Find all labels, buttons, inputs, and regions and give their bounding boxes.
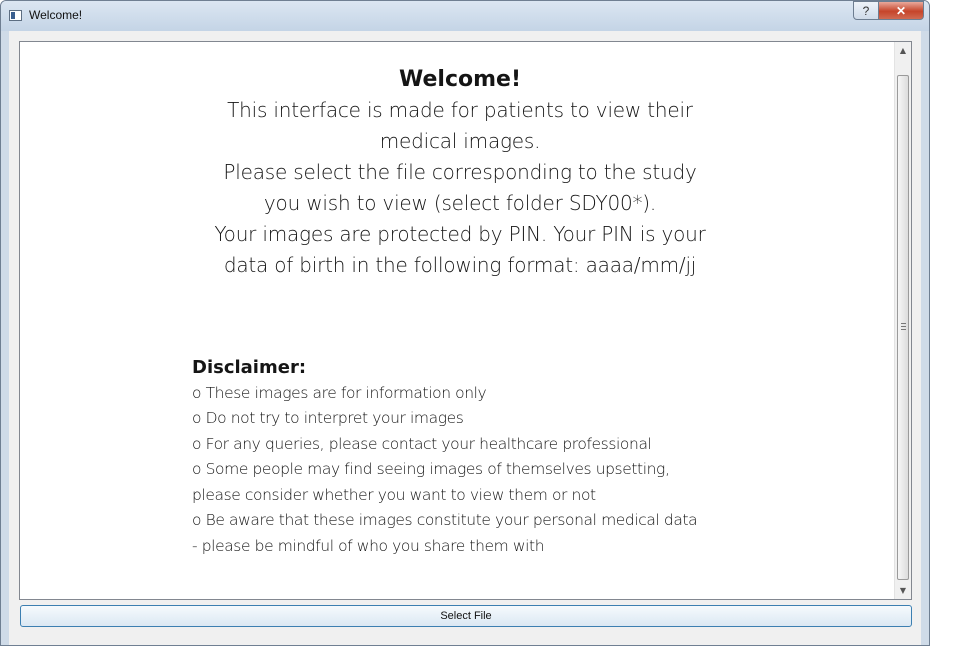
welcome-line: medical images. <box>379 129 541 153</box>
disclaimer-line: o Be aware that these images constitute … <box>192 511 698 529</box>
scroll-grip-icon <box>901 323 906 330</box>
disclaimer-line: o Do not try to interpret your images <box>192 409 464 427</box>
welcome-line: Please select the file corresponding to … <box>223 160 697 184</box>
title-bar[interactable]: Welcome! ? ✕ <box>1 1 929 31</box>
help-button[interactable]: ? <box>853 1 879 20</box>
disclaimer-line: - please be mindful of who you share the… <box>192 536 545 555</box>
disclaimer-line: please consider whether you want to view… <box>192 485 596 504</box>
disclaimer-heading: Disclaimer: <box>192 357 307 378</box>
help-icon: ? <box>862 3 870 18</box>
disclaimer-line: o Some people may find seeing images of … <box>192 460 670 478</box>
window-title: Welcome! <box>29 8 83 22</box>
welcome-section: Welcome! This interface is made for pati… <box>135 64 785 281</box>
welcome-line: data of birth in the following format: a… <box>223 253 697 277</box>
welcome-line: This interface is made for patients to v… <box>227 98 693 122</box>
welcome-heading: Welcome! <box>399 67 521 92</box>
close-button[interactable]: ✕ <box>879 1 924 20</box>
scroll-thumb[interactable] <box>897 75 909 580</box>
vertical-scrollbar[interactable]: ▲ ▼ <box>894 42 911 599</box>
window-app-icon <box>9 10 22 21</box>
scroll-down-arrow-icon[interactable]: ▼ <box>895 582 911 599</box>
main-window: Welcome! ? ✕ Welcome! This interface is … <box>0 0 930 646</box>
welcome-line: Your images are protected by PIN. Your P… <box>214 222 706 246</box>
disclaimer-line: o For any queries, please contact your h… <box>192 434 652 453</box>
disclaimer-line: o These images are for information only <box>192 383 487 402</box>
window-client-area: Welcome! This interface is made for pati… <box>9 31 921 645</box>
disclaimer-section: Disclaimer: o These images are for infor… <box>192 355 832 559</box>
close-icon: ✕ <box>895 3 907 18</box>
info-text-content: Welcome! This interface is made for pati… <box>20 42 893 599</box>
scroll-up-arrow-icon[interactable]: ▲ <box>895 42 911 59</box>
select-file-label: Select File <box>440 610 492 622</box>
caption-buttons: ? ✕ <box>853 1 924 20</box>
welcome-line: you wish to view (select folder SDY00*). <box>263 191 657 215</box>
select-file-button[interactable]: Select File <box>20 605 912 627</box>
info-text-panel[interactable]: Welcome! This interface is made for pati… <box>19 41 912 600</box>
